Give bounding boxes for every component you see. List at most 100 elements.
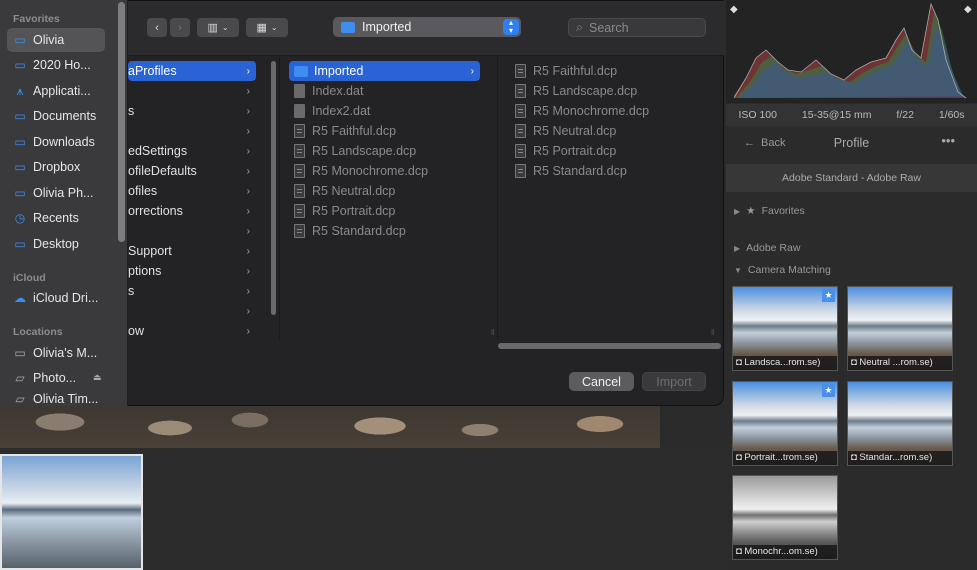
star-icon: ★ [746, 205, 756, 217]
sidebar-item-dropbox[interactable]: ▭ Dropbox [7, 155, 105, 179]
shadow-clipping-icon: ◆ [730, 4, 738, 15]
main-photo-preview [0, 400, 660, 448]
file-name: R5 Standard.dcp [533, 164, 627, 178]
sidebar-item-2020[interactable]: ▭ 2020 Ho... [7, 53, 105, 77]
cancel-button[interactable]: Cancel [569, 372, 634, 391]
section-favorites: Favorites [13, 13, 60, 25]
profile-browser-panel: ◆ ◆ ISO 100 15-35@15 mm f/22 1/60s ← Bac… [726, 0, 977, 570]
location-popup[interactable]: Imported ▴ ▾ [333, 17, 521, 37]
file-row[interactable]: R5 Portrait.dcp [511, 141, 711, 161]
search-field[interactable]: ⌕ Search [568, 18, 706, 37]
file-row[interactable]: edSettings › [128, 141, 256, 161]
file-row[interactable]: Index.dat [289, 81, 480, 101]
sidebar-item-time-machine[interactable]: ▱ Olivia Tim... [7, 392, 105, 406]
sidebar-item-photo-drive[interactable]: ▱ Photo... ⏏ [7, 366, 105, 390]
file-row[interactable]: ptions › [128, 261, 256, 281]
file-row[interactable]: R5 Neutral.dcp [511, 121, 711, 141]
favorite-star-icon[interactable]: ★ [822, 384, 835, 397]
file-name: R5 Monochrome.dcp [312, 164, 429, 178]
more-options-button[interactable]: ••• [941, 133, 955, 148]
group-adobe-raw[interactable]: ▶ Adobe Raw [734, 242, 800, 254]
file-row[interactable]: R5 Landscape.dcp [511, 81, 711, 101]
sidebar-item-computer[interactable]: ▭ Olivia's M... [7, 341, 105, 365]
file-row[interactable]: R5 Portrait.dcp [289, 201, 480, 221]
profile-thumbnail-portrait[interactable]: ★ ◘ Portrait...trom.se) [732, 381, 838, 466]
file-row[interactable]: Support › [128, 241, 256, 261]
view-mode-button[interactable]: ▥ ⌄ [197, 18, 239, 37]
file-row[interactable]: R5 Monochrome.dcp [289, 161, 480, 181]
chevron-right-icon: › [246, 225, 250, 237]
sidebar-item-olivia-photos[interactable]: ▭ Olivia Ph... [7, 181, 105, 205]
document-icon [294, 204, 305, 218]
horizontal-scrollbar[interactable] [498, 343, 721, 349]
sidebar-item-documents[interactable]: ▭ Documents [7, 104, 105, 128]
file-row[interactable]: Imported › [289, 61, 480, 81]
sidebar-item-downloads[interactable]: ▭ Downloads [7, 130, 105, 154]
profile-thumbnail-standard[interactable]: ◘ Standar...rom.se) [847, 381, 953, 466]
file-row[interactable]: R5 Landscape.dcp [289, 141, 480, 161]
sidebar-item-label: Dropbox [33, 160, 81, 174]
sidebar-item-olivia[interactable]: ▭ Olivia [7, 28, 105, 52]
file-row[interactable]: Index2.dat [289, 101, 480, 121]
group-camera-matching[interactable]: ▼ Camera Matching [734, 264, 831, 276]
file-row[interactable]: R5 Faithful.dcp [511, 61, 711, 81]
back-button[interactable]: ‹ [147, 18, 167, 37]
chevron-right-icon: › [246, 265, 250, 277]
file-name: Imported [314, 64, 364, 78]
group-label: Camera Matching [747, 264, 831, 276]
sidebar-item-desktop[interactable]: ▭ Desktop [7, 232, 105, 256]
file-name: edSettings [128, 144, 188, 158]
favorite-star-icon[interactable]: ★ [822, 289, 835, 302]
folder-icon [341, 21, 355, 33]
file-row[interactable]: › [128, 121, 256, 141]
file-row[interactable]: R5 Faithful.dcp [289, 121, 480, 141]
file-row[interactable]: › [128, 221, 256, 241]
highlight-clipping-icon: ◆ [964, 4, 972, 15]
file-row[interactable]: s › [128, 281, 256, 301]
chevron-right-icon: › [246, 185, 250, 197]
file-row[interactable]: R5 Standard.dcp [511, 161, 711, 181]
file-row[interactable]: › [128, 301, 256, 321]
column-resize-handle[interactable]: ‖ [711, 328, 714, 337]
file-row[interactable]: orrections › [128, 201, 256, 221]
file-row[interactable]: s › [128, 101, 256, 121]
column-resize-handle[interactable]: ‖ [491, 328, 494, 337]
file-row[interactable]: ow › [128, 321, 256, 339]
profile-thumbnail-landscape[interactable]: ★ ◘ Landsca...rom.se) [732, 286, 838, 371]
thumbnail-caption: Portrait...trom.se) [744, 452, 818, 463]
eject-icon[interactable]: ⏏ [93, 372, 102, 383]
group-favorites[interactable]: ▶ ★ Favorites [734, 205, 805, 217]
sidebar-item-label: 2020 Ho... [33, 58, 91, 72]
file-row[interactable]: aProfiles › [128, 61, 256, 81]
group-label: Favorites [761, 205, 805, 217]
cloud-icon: ☁ [14, 291, 26, 305]
sidebar-item-applications[interactable]: ⩚ Applicati... [7, 79, 105, 103]
file-row[interactable]: ofiles › [128, 181, 256, 201]
dialog-button-bar: Cancel Import [128, 351, 724, 406]
sidebar-item-label: Olivia's M... [33, 346, 98, 360]
column-scrollbar[interactable] [271, 61, 276, 315]
file-row[interactable]: › [128, 81, 256, 101]
chevron-down-icon: ⌄ [221, 23, 229, 32]
lens-value: 15-35@15 mm [801, 109, 872, 121]
import-button[interactable]: Import [642, 372, 706, 391]
file-row[interactable]: ofileDefaults › [128, 161, 256, 181]
current-profile-name: Adobe Standard - Adobe Raw [726, 164, 977, 192]
chevron-right-icon: › [246, 145, 250, 157]
document-icon [515, 124, 526, 138]
chevron-right-icon: › [246, 245, 250, 257]
profile-thumbnail-neutral[interactable]: ◘ Neutral ...rom.se) [847, 286, 953, 371]
sidebar-item-recents[interactable]: ◷ Recents [7, 206, 105, 230]
file-row[interactable]: R5 Standard.dcp [289, 221, 480, 241]
profile-thumbnail-monochrome[interactable]: ◘ Monochr...om.se) [732, 475, 838, 560]
sidebar-scrollbar[interactable] [118, 2, 125, 242]
group-button[interactable]: ▦ ⌄ [246, 18, 288, 37]
filmstrip-thumbnail[interactable] [0, 454, 143, 570]
sidebar-item-icloud-drive[interactable]: ☁ iCloud Dri... [7, 286, 105, 310]
file-row[interactable]: R5 Neutral.dcp [289, 181, 480, 201]
camera-info-bar: ISO 100 15-35@15 mm f/22 1/60s [726, 104, 977, 126]
file-name: ofileDefaults [128, 164, 197, 178]
file-row[interactable]: R5 Monochrome.dcp [511, 101, 711, 121]
forward-button[interactable]: › [170, 18, 190, 37]
folder-icon: ▭ [14, 237, 26, 251]
